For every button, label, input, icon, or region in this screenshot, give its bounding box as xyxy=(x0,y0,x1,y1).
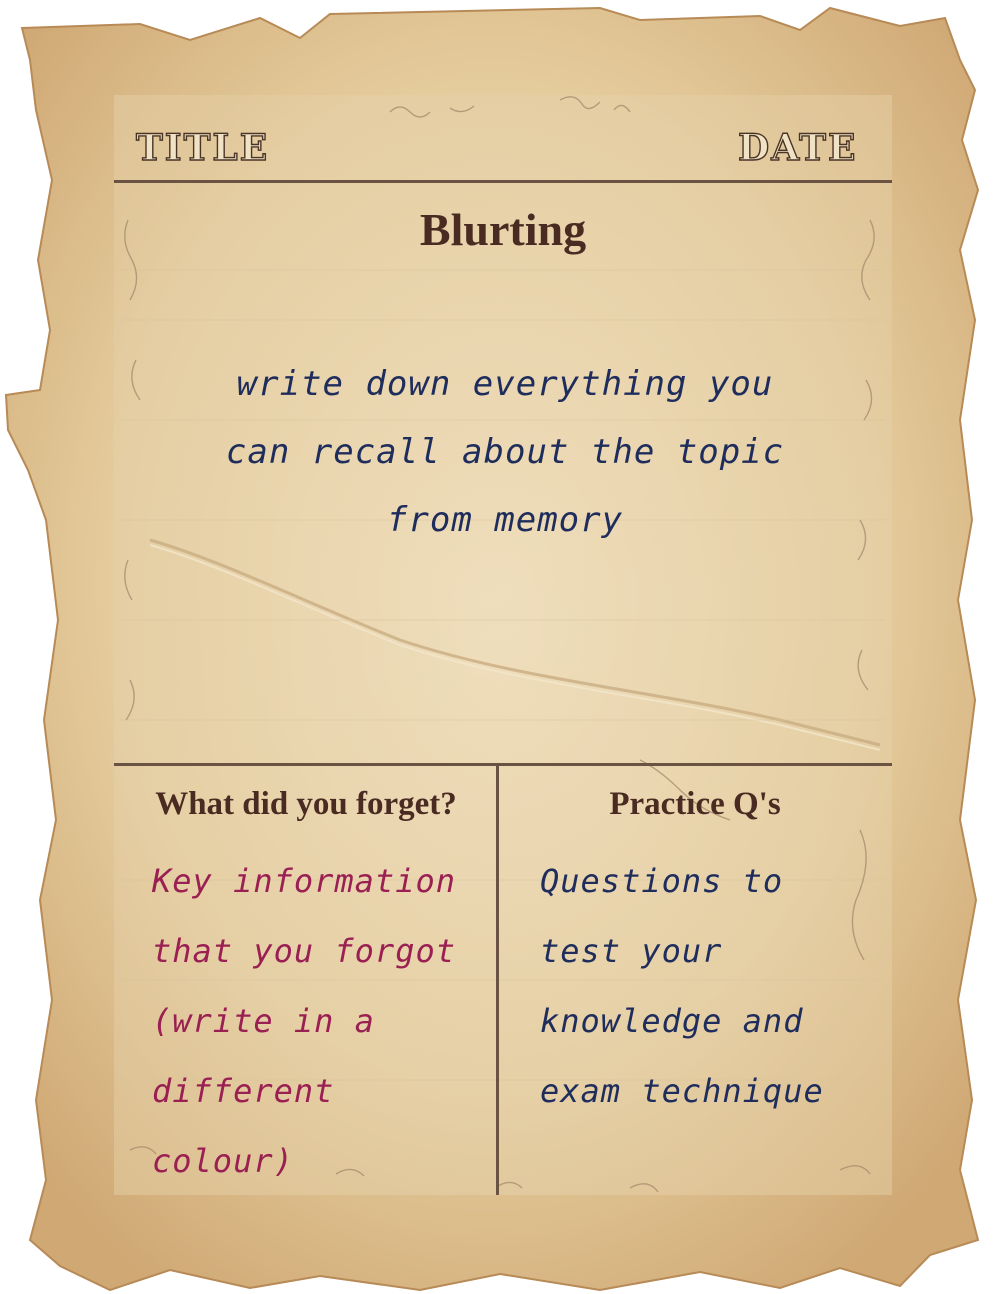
main-instruction-text: write down everything you can recall abo… xyxy=(225,364,785,540)
page-title: Blurting xyxy=(419,204,587,255)
practice-section-text: Questions to test your knowledge and exa… xyxy=(540,862,824,1110)
date-field-label: DATE xyxy=(737,127,858,169)
section-divider xyxy=(114,763,892,766)
practice-section-heading: Practice Q's xyxy=(609,786,781,822)
note-template-page: TITLE DATE Blurting write down everythin… xyxy=(0,0,1000,1294)
forget-section-heading: What did you forget? xyxy=(155,786,457,822)
header-divider xyxy=(114,180,892,183)
column-divider xyxy=(496,763,499,1195)
forget-section-text: Key information that you forgot (write i… xyxy=(152,862,456,1180)
title-field-label: TITLE xyxy=(135,127,270,169)
